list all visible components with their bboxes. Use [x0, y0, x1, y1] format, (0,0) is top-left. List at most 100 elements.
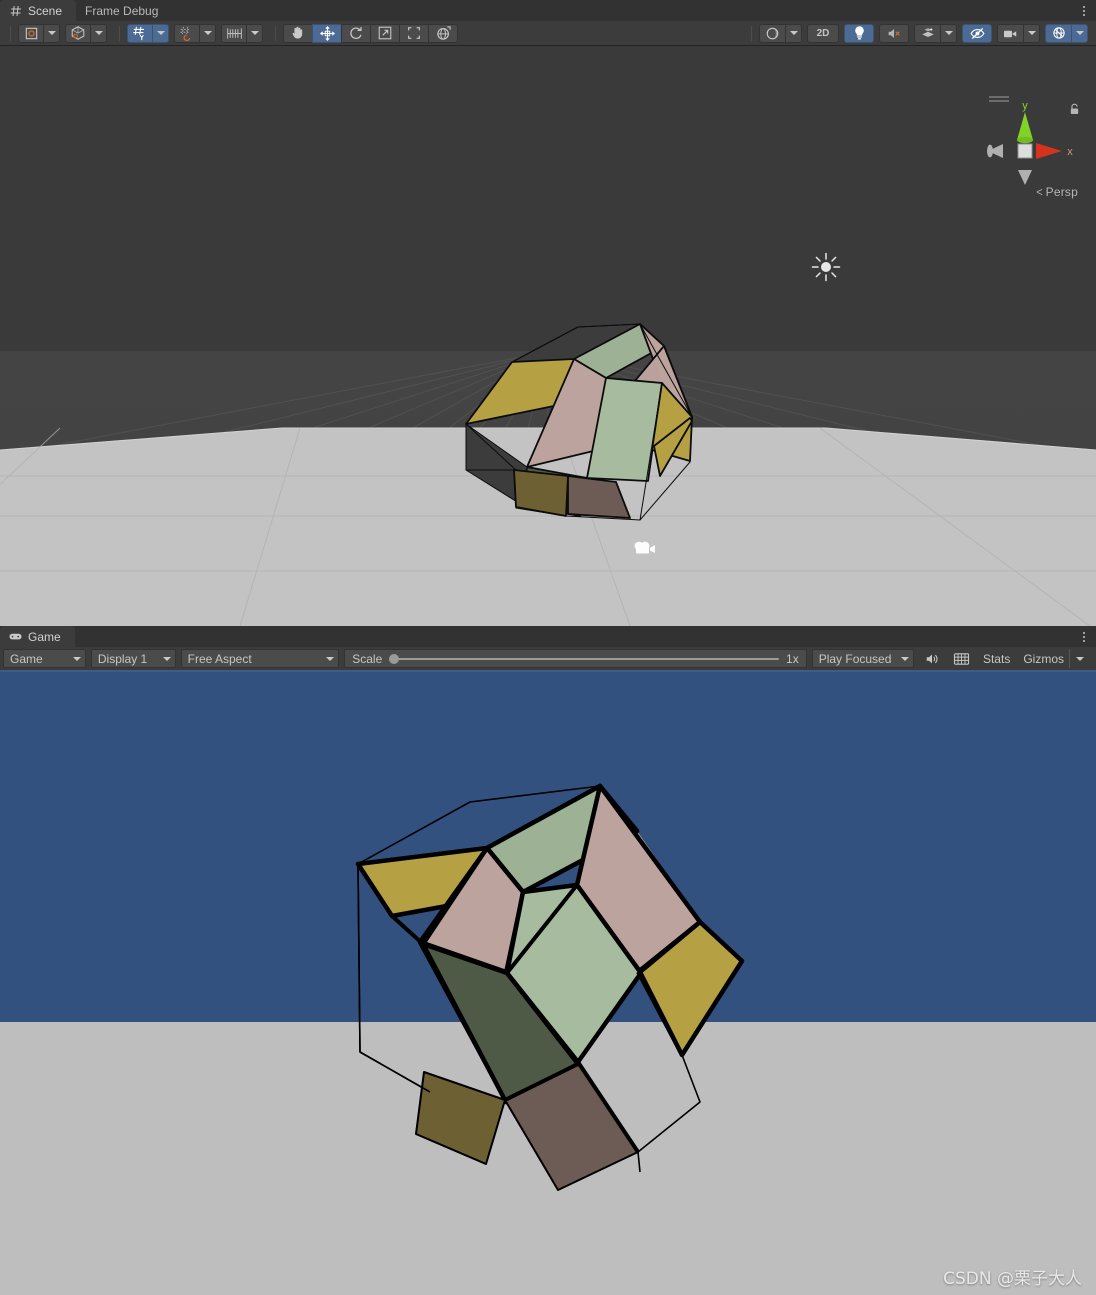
scale-tool-button[interactable]	[370, 23, 400, 43]
rotate-tool-button[interactable]	[341, 23, 371, 43]
grid-visibility-group	[127, 23, 169, 43]
shading-mode-dropdown[interactable]	[90, 23, 107, 43]
transform-tools-group	[283, 23, 458, 43]
grid-dropdown[interactable]	[152, 23, 169, 43]
game-panel: Game Game Display 1 Free Aspect Scale 1x…	[0, 626, 1096, 1295]
stats-button[interactable]: Stats	[978, 649, 1015, 668]
tab-game[interactable]: Game	[0, 626, 75, 647]
grid-stats-icon	[953, 652, 970, 665]
grid-axis-icon	[133, 26, 144, 41]
gizmo-axis-y-label: y	[1022, 100, 1028, 112]
scale-slider-track[interactable]	[389, 653, 780, 664]
gizmos-dropdown-button[interactable]	[1069, 649, 1090, 668]
hand-icon	[292, 26, 303, 39]
stats-grid-button[interactable]	[948, 649, 975, 668]
eye-off-icon	[969, 27, 985, 39]
chevron-down-icon	[203, 31, 212, 35]
scale-slider-knob[interactable]	[389, 653, 400, 664]
play-mode-target-label: Game	[10, 651, 43, 666]
move-arrows-icon	[319, 25, 335, 41]
grid-visibility-button[interactable]	[127, 23, 153, 43]
ruler-icon	[226, 27, 242, 39]
tab-frame-debug[interactable]: Frame Debug	[76, 0, 172, 21]
speaker-icon	[926, 654, 938, 663]
display-dropdown[interactable]: Display 1	[90, 649, 176, 668]
camera-gizmo[interactable]	[631, 537, 659, 559]
toggle-scene-lighting-button[interactable]	[844, 23, 874, 43]
gizmos-dropdown[interactable]	[1071, 23, 1088, 43]
toggle-2d-button[interactable]: 2D	[807, 23, 839, 43]
chevron-down-icon	[72, 656, 81, 661]
draw-mode-group	[18, 23, 60, 43]
focus-mode-dropdown[interactable]: Play Focused	[811, 649, 914, 668]
game-toolbar: Game Display 1 Free Aspect Scale 1x Play…	[0, 647, 1096, 672]
draw-mode-dropdown[interactable]	[43, 23, 60, 43]
toolbar-separator	[10, 25, 11, 41]
tab-frame-debug-label: Frame Debug	[85, 3, 159, 18]
aspect-ratio-dropdown[interactable]: Free Aspect	[180, 649, 340, 668]
scene-lighting-sphere-button[interactable]	[759, 23, 786, 43]
camera-settings-button[interactable]	[997, 23, 1024, 43]
scale-slider-control[interactable]: Scale 1x	[344, 649, 807, 668]
scene-view-dropdown[interactable]	[785, 23, 802, 43]
fx-effects-dropdown[interactable]	[940, 23, 957, 43]
mute-audio-button[interactable]	[919, 649, 945, 668]
toggle-audio-button[interactable]	[879, 23, 909, 43]
fx-effects-button[interactable]	[914, 23, 941, 43]
play-mode-target-dropdown[interactable]: Game	[3, 649, 86, 668]
stats-label: Stats	[982, 651, 1011, 666]
fx-effects-group	[914, 23, 957, 43]
game-cube-object	[355, 783, 745, 1191]
transform-tool-button[interactable]	[428, 23, 458, 43]
chevron-down-icon	[94, 31, 103, 35]
rotate-icon	[350, 27, 362, 39]
chevron-down-icon	[1075, 31, 1084, 35]
scene-viewport[interactable]: y x < Persp	[0, 46, 1096, 626]
gizmos-toggle-button[interactable]	[1045, 23, 1072, 43]
camera-icon	[1004, 30, 1017, 37]
effects-layers-icon	[921, 27, 934, 37]
scale-label: Scale	[352, 651, 383, 666]
chevron-down-icon	[1076, 656, 1084, 661]
watermark-text: CSDN @栗子大人	[943, 1269, 1082, 1289]
chevron-down-icon	[162, 656, 171, 661]
gizmo-axis-x-label: x	[1067, 146, 1073, 158]
chevron-down-icon	[789, 31, 798, 35]
scene-visibility-group	[962, 23, 992, 43]
focus-mode-label: Play Focused	[818, 651, 892, 666]
cube-wire-icon	[71, 26, 85, 40]
directional-light-gizmo[interactable]	[811, 252, 841, 282]
grid-snap-icon	[180, 26, 191, 41]
increment-snap-dropdown[interactable]	[246, 23, 263, 43]
chevron-down-icon	[47, 31, 56, 35]
rect-tool-button[interactable]	[399, 23, 429, 43]
grid-snapping-dropdown[interactable]	[199, 23, 216, 43]
shading-mode-button[interactable]	[65, 23, 91, 43]
scene-toolbar: 2D	[0, 21, 1096, 46]
tab-scene-label: Scene	[28, 3, 63, 18]
shaded-draw-mode-button[interactable]	[18, 23, 44, 43]
grid-snapping-button[interactable]	[174, 23, 200, 43]
game-panel-menu-button[interactable]	[1076, 628, 1092, 645]
shaded-mode-icon	[25, 27, 37, 39]
game-viewport[interactable]: CSDN @栗子大人	[0, 672, 1096, 1295]
scene-cube-object[interactable]	[0, 46, 1096, 626]
scene-visibility-button[interactable]	[962, 23, 992, 43]
camera-settings-dropdown[interactable]	[1023, 23, 1040, 43]
gizmos-label: Gizmos	[1023, 651, 1064, 666]
scale-icon	[378, 26, 392, 40]
sphere-shading-icon	[766, 27, 779, 39]
grid-hash-icon	[9, 4, 22, 17]
hand-tool-button[interactable]	[283, 23, 313, 43]
tab-scene[interactable]: Scene	[0, 0, 77, 21]
scale-value-label: 1x	[786, 651, 799, 666]
move-tool-button[interactable]	[312, 23, 342, 43]
increment-snap-button[interactable]	[221, 23, 247, 43]
gizmos-button[interactable]: Gizmos	[1018, 649, 1066, 668]
rect-transform-icon	[408, 27, 420, 39]
chevron-down-icon	[156, 31, 165, 35]
projection-mode-label[interactable]: < Persp	[1036, 185, 1078, 199]
toolbar-separator	[275, 25, 276, 41]
scene-panel-menu-button[interactable]	[1076, 2, 1092, 19]
unity-editor-window: Scene Frame Debug 2D y x < Persp Game Ga…	[0, 0, 1096, 1295]
